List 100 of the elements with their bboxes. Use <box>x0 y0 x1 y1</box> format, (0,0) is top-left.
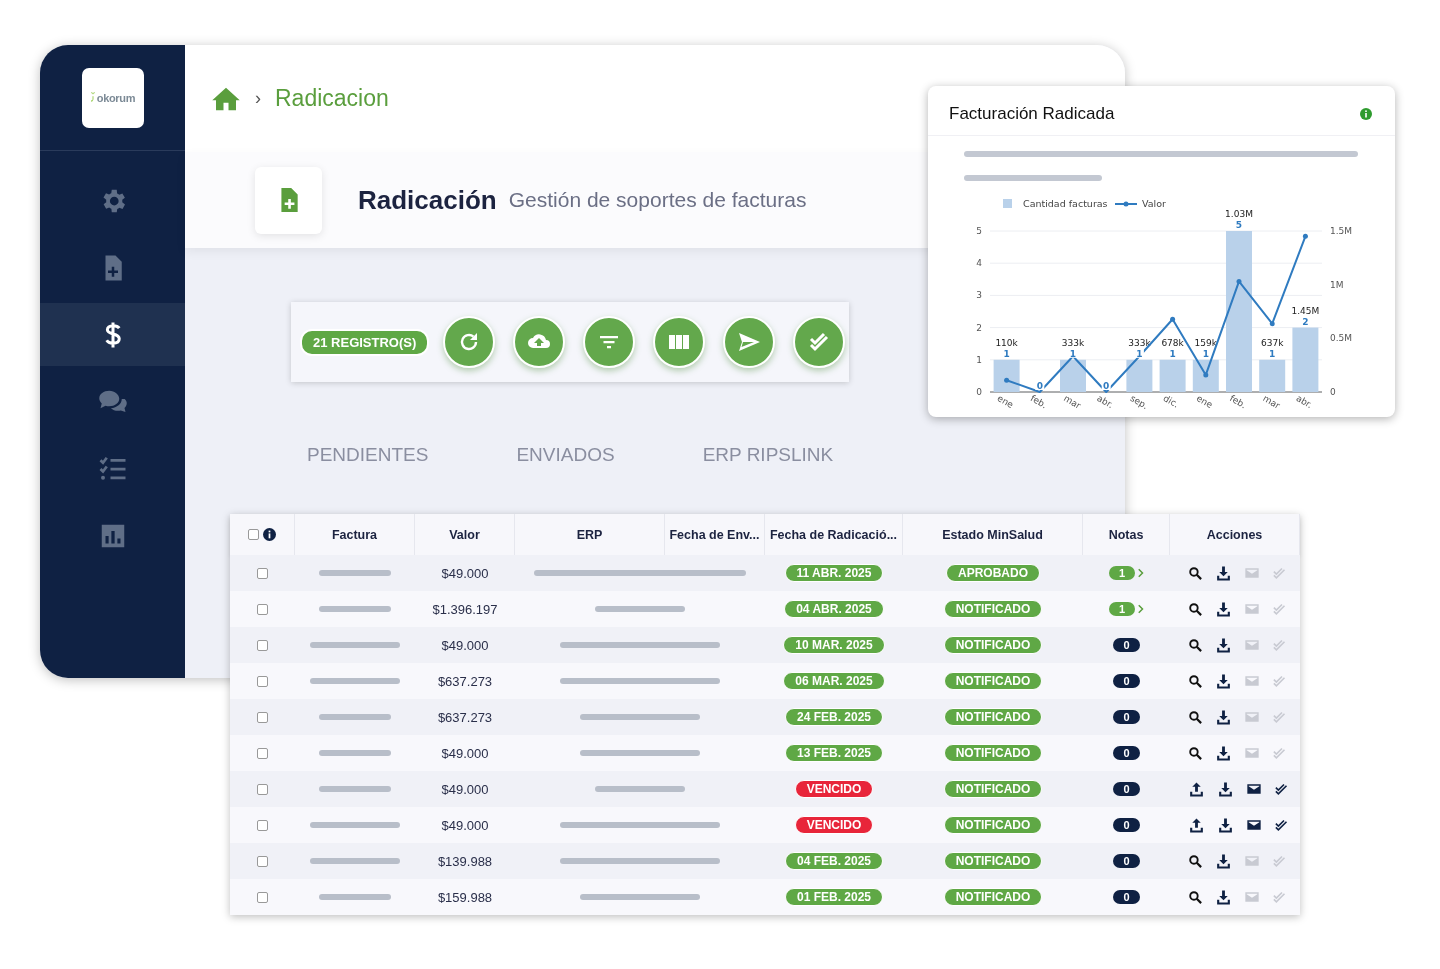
download-icon[interactable] <box>1215 852 1232 870</box>
download-icon[interactable] <box>1215 672 1232 690</box>
chart-bar <box>1159 359 1186 392</box>
notes-count-badge[interactable]: 0 <box>1113 710 1140 724</box>
placeholder-bar <box>319 750 391 756</box>
download-icon[interactable] <box>1215 708 1232 726</box>
double-check-icon[interactable] <box>1272 853 1287 869</box>
placeholder-bar <box>319 786 391 792</box>
notes-count-badge[interactable]: 0 <box>1113 674 1140 688</box>
column-header[interactable]: Notas <box>1108 527 1144 542</box>
upload-icon[interactable] <box>1188 780 1205 798</box>
row-checkbox[interactable] <box>257 891 268 903</box>
table-cell: $637.273 <box>437 709 493 725</box>
refresh-button[interactable] <box>443 316 496 368</box>
sidebar-item[interactable] <box>40 303 185 366</box>
double-check-icon[interactable] <box>1272 637 1287 653</box>
select-all-checkbox[interactable] <box>248 529 259 540</box>
row-checkbox[interactable] <box>257 675 268 687</box>
column-header[interactable]: Factura <box>331 527 378 542</box>
download-icon[interactable] <box>1215 888 1232 906</box>
value-annotation: 637k <box>1261 337 1284 348</box>
column-header[interactable]: Estado MinSalud <box>942 527 1043 542</box>
data-label: 1 <box>1069 348 1077 359</box>
notes-count-badge[interactable]: 0 <box>1113 890 1140 904</box>
axis-tick-label: abr. <box>1294 393 1315 411</box>
axis-tick-label: 3 <box>976 290 982 301</box>
column-header[interactable]: ERP <box>576 527 603 542</box>
search-icon[interactable] <box>1188 709 1203 725</box>
double-check-icon[interactable] <box>1272 709 1287 725</box>
column-header[interactable]: Fecha de Env... <box>669 527 760 542</box>
search-icon[interactable] <box>1188 853 1203 869</box>
double-check-icon[interactable] <box>1272 673 1287 689</box>
row-checkbox[interactable] <box>257 711 268 723</box>
chevron-right-icon[interactable] <box>1138 604 1145 614</box>
data-label: 0 <box>1103 381 1110 391</box>
double-check-icon[interactable] <box>1274 817 1289 833</box>
table-cell: $49.000 <box>441 781 489 797</box>
notes-count-badge[interactable]: 0 <box>1113 746 1140 760</box>
download-icon[interactable] <box>1215 636 1232 654</box>
legend-line-marker <box>1114 201 1138 207</box>
status-badge: NOTIFICADO <box>943 672 1043 690</box>
logo-text: okorum <box>96 92 136 104</box>
table-cell: $49.000 <box>441 637 489 653</box>
column-header[interactable]: Valor <box>449 527 480 542</box>
table-cell: $49.000 <box>441 745 489 761</box>
search-icon[interactable] <box>1188 637 1203 653</box>
data-label: 1 <box>1169 348 1176 359</box>
download-icon[interactable] <box>1217 816 1234 834</box>
double-check-icon[interactable] <box>1272 601 1287 617</box>
mail-icon[interactable] <box>1246 817 1262 833</box>
row-checkbox[interactable] <box>257 747 268 759</box>
download-icon[interactable] <box>1215 564 1232 582</box>
notes-count-badge[interactable]: 0 <box>1113 854 1140 868</box>
status-badge: NOTIFICADO <box>943 852 1043 870</box>
notes-count-badge[interactable]: 0 <box>1113 638 1140 652</box>
info-icon[interactable] <box>263 528 276 541</box>
status-badge: NOTIFICADO <box>943 780 1043 798</box>
search-icon[interactable] <box>1188 673 1203 689</box>
notes-count-badge[interactable]: 0 <box>1113 818 1140 832</box>
download-icon[interactable] <box>1215 600 1232 618</box>
filter-button[interactable] <box>583 316 636 368</box>
value-annotation: 333k <box>1128 337 1151 348</box>
status-badge: NOTIFICADO <box>943 888 1043 906</box>
search-icon[interactable] <box>1188 565 1203 581</box>
approve-button[interactable] <box>793 316 846 368</box>
notes-count-badge[interactable]: 0 <box>1113 782 1140 796</box>
double-check-icon[interactable] <box>1272 889 1287 905</box>
download-icon[interactable] <box>1215 744 1232 762</box>
row-checkbox[interactable] <box>257 567 268 579</box>
double-check-icon[interactable] <box>1272 565 1287 581</box>
data-label: 5 <box>1235 220 1243 230</box>
upload-icon[interactable] <box>1188 816 1205 834</box>
legend-swatch <box>1003 199 1012 208</box>
chevron-right-icon[interactable] <box>1138 568 1145 578</box>
row-checkbox[interactable] <box>257 819 268 831</box>
column-header[interactable]: Acciones <box>1206 527 1263 542</box>
double-check-icon[interactable] <box>1274 781 1289 797</box>
mail-icon[interactable] <box>1246 781 1262 797</box>
date-badge: 13 FEB. 2025 <box>784 744 883 762</box>
placeholder-bar <box>319 894 391 900</box>
date-badge: 04 FEB. 2025 <box>784 852 883 870</box>
search-icon[interactable] <box>1188 889 1203 905</box>
send-button[interactable] <box>723 316 776 368</box>
search-icon[interactable] <box>1188 745 1203 761</box>
double-check-icon[interactable] <box>1272 745 1287 761</box>
column-header[interactable]: Fecha de Radicació... <box>769 527 898 542</box>
row-checkbox[interactable] <box>257 603 268 615</box>
search-icon[interactable] <box>1188 601 1203 617</box>
value-annotation: 333k <box>1061 337 1085 348</box>
download-icon[interactable] <box>1217 780 1234 798</box>
row-checkbox[interactable] <box>257 639 268 651</box>
axis-tick-label: feb. <box>1228 393 1248 411</box>
row-checkbox[interactable] <box>257 855 268 867</box>
upload-button[interactable] <box>513 316 566 368</box>
status-badge: NOTIFICADO <box>943 744 1043 762</box>
row-checkbox[interactable] <box>257 783 268 795</box>
columns-button[interactable] <box>653 316 706 368</box>
legend-label: Valor <box>1142 198 1166 209</box>
line-point <box>1269 321 1275 327</box>
table-cell: $49.000 <box>441 817 489 833</box>
